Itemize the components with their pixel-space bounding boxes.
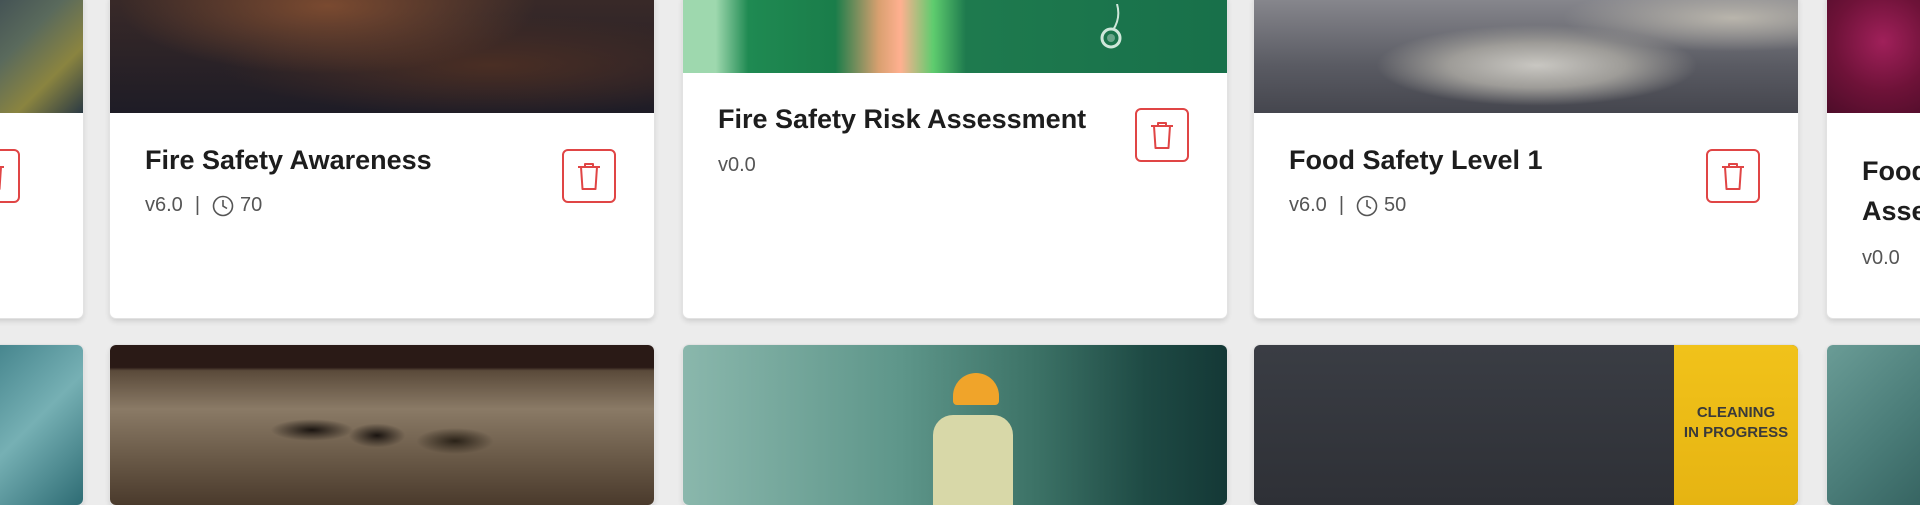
course-card[interactable]: Fire Safety Awareness v6.0 | 70 [110,0,654,318]
course-title: Food Safety Level 1 [1289,145,1543,175]
course-thumbnail [1827,345,1920,505]
course-card[interactable]: Food Asse v0.0 [1827,0,1920,318]
meta-separator: | [194,194,201,216]
course-version: v6.0 [145,194,183,216]
trash-icon [1722,163,1744,190]
delete-button[interactable] [1706,149,1760,203]
course-version: v6.0 [1289,194,1327,216]
worker-helmet [953,373,999,405]
course-card[interactable] [0,0,83,318]
course-meta: v0.0 [1862,247,1900,270]
course-meta: v0.0 [718,154,756,177]
course-thumbnail [110,345,654,505]
course-thumbnail [0,0,83,113]
sign-caption: CLEANING [1696,404,1776,421]
course-duration: 50 [1384,194,1407,216]
course-card[interactable] [110,345,654,505]
course-meta: v6.0 | 70 [145,194,262,217]
meta-separator: | [1338,194,1345,216]
course-thumbnail [1254,0,1798,113]
course-thumbnail [683,0,1227,73]
course-card[interactable]: CLEANING IN PROGRESS [1254,345,1798,505]
course-thumbnail: CLEANING IN PROGRESS [1254,345,1798,505]
course-version: v0.0 [718,154,756,176]
course-title: Food Asse [1862,151,1920,231]
course-thumbnail [110,0,654,113]
course-thumbnail [1827,0,1920,113]
course-title-line: Food [1862,156,1920,186]
clock-icon [212,195,234,216]
warehouse-figures [260,375,520,485]
course-title-line: Asse [1862,196,1920,226]
trash-icon [1151,122,1173,149]
worker-vest [933,415,1013,505]
course-card[interactable] [0,345,83,505]
course-card[interactable]: Food Safety Level 1 v6.0 | 50 [1254,0,1798,318]
trash-icon [578,163,600,190]
course-card[interactable]: Fire Safety Risk Assessment v0.0 [683,0,1227,318]
sign-caption: IN PROGRESS [1683,424,1789,441]
course-thumbnail [683,345,1227,505]
clock-icon [1356,195,1378,216]
course-title: Fire Safety Risk Assessment [718,104,1087,134]
delete-button[interactable] [0,149,20,203]
course-duration: 70 [240,194,263,216]
course-meta: v6.0 | 50 [1289,194,1406,217]
course-thumbnail [0,345,83,505]
course-version: v0.0 [1862,247,1900,269]
cleaning-sign: CLEANING IN PROGRESS [1674,345,1798,505]
delete-button[interactable] [562,149,616,203]
course-card[interactable] [683,345,1227,505]
stethoscope-icon [1100,4,1122,49]
course-card[interactable] [1827,345,1920,505]
delete-button[interactable] [1135,108,1189,162]
course-title: Fire Safety Awareness [145,145,432,175]
trash-icon [0,166,4,190]
